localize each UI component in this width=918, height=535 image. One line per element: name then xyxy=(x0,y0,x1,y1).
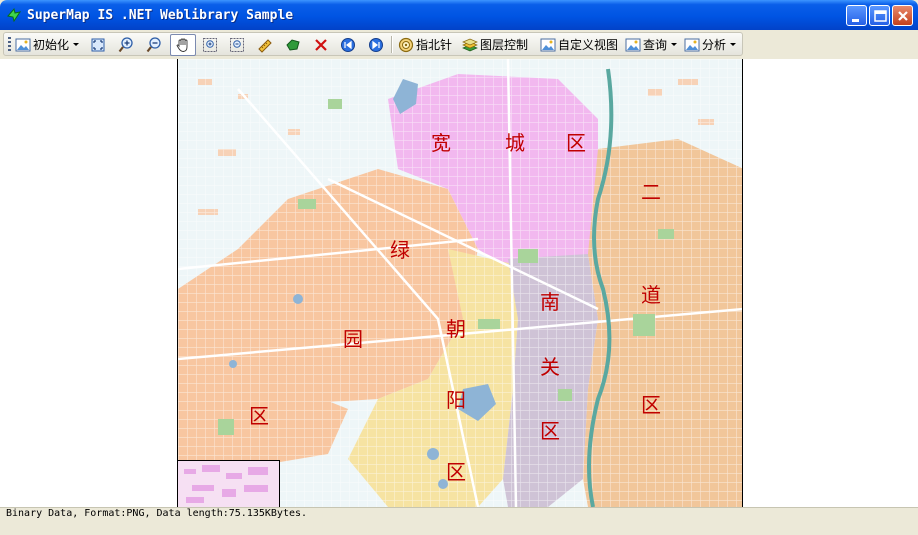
district-label: 宽 xyxy=(431,131,451,155)
chevron-down-icon xyxy=(671,43,678,46)
query-label: 查询 xyxy=(643,38,668,52)
measure-area-icon xyxy=(285,37,301,53)
pan-hand-icon xyxy=(175,37,191,53)
clear-icon xyxy=(313,37,329,53)
zoom-in-icon xyxy=(118,36,134,53)
maximize-icon xyxy=(874,10,887,22)
zoom-out-button[interactable] xyxy=(146,35,162,54)
overview-map[interactable] xyxy=(178,460,280,507)
back-icon xyxy=(340,37,356,53)
layers-icon xyxy=(462,37,478,53)
district-label: 关 xyxy=(540,355,560,379)
measure-distance-button[interactable] xyxy=(257,35,273,54)
close-button[interactable] xyxy=(892,5,913,26)
picture-icon xyxy=(684,37,700,53)
compass-label: 指北针 xyxy=(416,38,453,52)
district-label: 园 xyxy=(343,327,363,351)
district-label: 区 xyxy=(641,393,661,417)
forward-button[interactable] xyxy=(368,35,384,54)
picture-icon xyxy=(15,37,31,53)
zoom-out-icon xyxy=(146,36,162,53)
picture-icon xyxy=(540,37,556,53)
zoom-box-in-button[interactable] xyxy=(202,35,218,54)
init-label: 初始化 xyxy=(33,38,70,52)
full-extent-button[interactable] xyxy=(90,35,106,54)
status-text: Binary Data, Format:PNG, Data length:75.… xyxy=(6,508,308,519)
district-label: 阳 xyxy=(446,388,466,412)
zoom-box-out-button[interactable] xyxy=(229,35,245,54)
district-label: 区 xyxy=(249,404,269,428)
overview-map-thumbnail xyxy=(178,461,279,507)
clear-button[interactable] xyxy=(313,35,329,54)
minimize-icon xyxy=(852,19,859,22)
district-label: 二 xyxy=(641,180,661,204)
maximize-button[interactable] xyxy=(869,5,890,26)
analysis-dropdown-button[interactable]: 分析 xyxy=(684,35,737,54)
toolbar-grip[interactable] xyxy=(8,37,11,52)
district-label: 朝 xyxy=(446,317,466,341)
zoom-box-out-icon xyxy=(229,37,245,53)
full-extent-icon xyxy=(90,37,106,53)
layer-control-button[interactable]: 图层控制 xyxy=(462,35,528,54)
pan-button[interactable] xyxy=(170,34,196,56)
query-dropdown-button[interactable]: 查询 xyxy=(625,35,678,54)
district-label: 道 xyxy=(641,283,661,307)
back-button[interactable] xyxy=(340,35,356,54)
district-label: 南 xyxy=(540,290,560,314)
zoom-in-button[interactable] xyxy=(118,35,134,54)
zoom-box-in-icon xyxy=(202,37,218,53)
compass-icon xyxy=(398,37,414,53)
custom-view-button[interactable]: 自定义视图 xyxy=(540,35,618,54)
measure-distance-icon xyxy=(257,37,273,53)
map-view[interactable]: 宽 城 区 二 道 绿 园 区 朝 阳 区 南 关 区 区 xyxy=(177,59,743,507)
analysis-label: 分析 xyxy=(702,38,727,52)
toolbar-separator xyxy=(391,36,393,53)
district-label: 区 xyxy=(566,131,586,155)
district-label: 区 xyxy=(540,419,560,443)
measure-area-button[interactable] xyxy=(285,35,301,54)
compass-button[interactable]: 指北针 xyxy=(398,35,452,54)
forward-icon xyxy=(368,37,384,53)
toolbar: 初始化 指北针 图层控制 自定义视图 查询 分析 xyxy=(0,30,918,59)
picture-icon xyxy=(625,37,641,53)
app-icon xyxy=(6,7,22,23)
district-label: 绿 xyxy=(390,238,410,262)
district-label: 城 xyxy=(505,131,525,155)
custom-view-label: 自定义视图 xyxy=(558,38,619,52)
title-bar: SuperMap IS .NET Weblibrary Sample xyxy=(0,0,918,30)
chevron-down-icon xyxy=(73,43,80,46)
init-dropdown-button[interactable]: 初始化 xyxy=(15,35,80,54)
close-icon xyxy=(898,11,908,21)
window-title: SuperMap IS .NET Weblibrary Sample xyxy=(27,8,294,23)
toolbar-strip: 初始化 指北针 图层控制 自定义视图 查询 分析 xyxy=(3,32,743,56)
layer-control-label: 图层控制 xyxy=(480,38,529,52)
status-bar: Binary Data, Format:PNG, Data length:75.… xyxy=(0,507,918,535)
minimize-button[interactable] xyxy=(846,5,867,26)
district-label: 区 xyxy=(446,460,466,484)
chevron-down-icon xyxy=(730,43,737,46)
